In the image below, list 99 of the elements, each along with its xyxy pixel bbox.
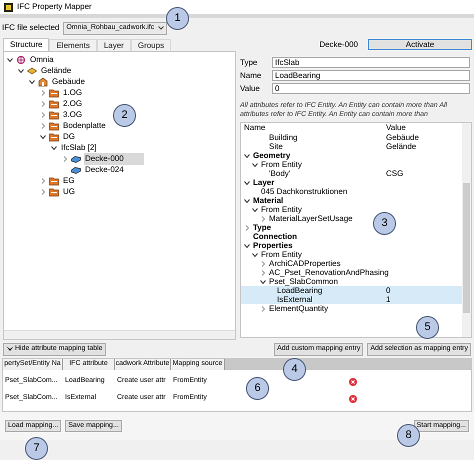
tab[interactable]: Groups bbox=[130, 39, 172, 51]
column-header[interactable]: Value bbox=[386, 122, 406, 134]
tree-item[interactable]: DG bbox=[62, 130, 75, 142]
selected-row[interactable]: IsExternal 1 bbox=[241, 295, 462, 304]
text-field[interactable]: 0 bbox=[272, 83, 470, 94]
chevron-right-icon[interactable] bbox=[260, 260, 266, 266]
chevron-down-icon[interactable] bbox=[244, 242, 250, 248]
property-name: Connection bbox=[253, 232, 297, 242]
chevron-down-icon[interactable] bbox=[18, 68, 24, 74]
tree-item[interactable]: 3.OG bbox=[62, 108, 82, 120]
chevron-right-icon[interactable] bbox=[40, 90, 46, 96]
tree-item[interactable]: Gebäude bbox=[51, 76, 85, 88]
chevron-down-icon[interactable] bbox=[7, 56, 13, 62]
delete-icon[interactable] bbox=[349, 378, 357, 386]
chevron-down-icon[interactable] bbox=[40, 134, 46, 140]
property-name: 045 Dachkonstruktionen bbox=[261, 186, 348, 197]
property-value: 1 bbox=[386, 294, 390, 306]
property-name: 'Body' bbox=[269, 168, 290, 180]
property-name: IsExternal bbox=[277, 294, 313, 305]
property-name: From Entity bbox=[261, 204, 302, 214]
field-label: Value bbox=[240, 82, 261, 94]
chevron-down-icon[interactable] bbox=[260, 278, 266, 284]
chevron-down-icon[interactable] bbox=[244, 198, 250, 204]
chevron-down-icon[interactable] bbox=[29, 78, 35, 84]
text-field[interactable]: IfcSlab bbox=[272, 57, 470, 68]
delete-icon[interactable] bbox=[349, 394, 357, 402]
tab[interactable]: Structure bbox=[3, 38, 50, 51]
property-value: Gebäude bbox=[386, 132, 419, 143]
callout-badge: 7 bbox=[25, 437, 48, 460]
property-value: CSG bbox=[386, 168, 404, 180]
tab[interactable]: Elements bbox=[49, 39, 97, 51]
property-name: Type bbox=[253, 222, 272, 232]
tree-item[interactable]: Gelände bbox=[40, 64, 72, 76]
horizontal-scrollbar[interactable] bbox=[4, 330, 235, 339]
property-name: Building bbox=[269, 132, 298, 143]
project-icon bbox=[16, 54, 26, 64]
field-label: Type bbox=[240, 56, 258, 68]
file-label: IFC file selected bbox=[2, 22, 60, 34]
chevron-down-icon bbox=[6, 346, 14, 352]
tree-item[interactable]: IfcSlab [2] bbox=[60, 142, 97, 154]
tree-item[interactable]: 1.OG bbox=[62, 86, 82, 98]
text-field[interactable]: LoadBearing bbox=[272, 70, 470, 81]
caret-icon bbox=[158, 26, 164, 30]
tree-item[interactable]: Decke-000 bbox=[84, 152, 144, 164]
chevron-down-icon[interactable] bbox=[252, 252, 258, 258]
chevron-down-icon[interactable] bbox=[51, 144, 57, 150]
chevron-right-icon[interactable] bbox=[62, 156, 68, 162]
chevron-right-icon[interactable] bbox=[40, 188, 46, 194]
folder-icon bbox=[49, 120, 59, 130]
property-name: Pset_SlabCommon bbox=[269, 276, 338, 286]
chevron-right-icon[interactable] bbox=[260, 216, 266, 222]
property-name: AC_Pset_RenovationAndPhasing bbox=[269, 268, 389, 277]
property-name: Geometry bbox=[253, 150, 290, 160]
tree-item[interactable]: Decke-024 bbox=[84, 164, 124, 176]
tree-item[interactable]: 2.OG bbox=[62, 98, 82, 110]
tree-item[interactable]: UG bbox=[62, 186, 75, 198]
property-name: Layer bbox=[253, 178, 274, 187]
window-title: IFC Property Mapper bbox=[17, 1, 92, 13]
property-value: Gelände bbox=[386, 140, 416, 152]
chevron-down-icon[interactable] bbox=[252, 162, 258, 168]
chevron-down-icon[interactable] bbox=[244, 180, 250, 186]
property-value: 0 bbox=[386, 284, 390, 296]
chevron-right-icon[interactable] bbox=[40, 122, 46, 128]
vertical-scrollbar[interactable] bbox=[462, 123, 471, 337]
element-name: Decke-000 bbox=[319, 38, 358, 50]
chevron-down-icon[interactable] bbox=[244, 152, 250, 158]
column-header[interactable]: Name bbox=[244, 122, 386, 134]
folder-icon bbox=[49, 98, 59, 108]
chevron-down-icon[interactable] bbox=[252, 206, 258, 212]
folder-icon bbox=[49, 132, 59, 142]
folder-icon bbox=[49, 186, 59, 196]
activate-button[interactable]: Activate bbox=[368, 39, 472, 50]
tree-item[interactable]: Omnia bbox=[29, 54, 54, 66]
folder-icon bbox=[49, 110, 59, 120]
tab[interactable]: Layer bbox=[96, 39, 131, 51]
property-name: From Entity bbox=[261, 160, 302, 170]
chevron-right-icon[interactable] bbox=[260, 306, 266, 312]
property-name: Material bbox=[253, 194, 284, 206]
folder-icon bbox=[49, 176, 59, 186]
property-name: ElementQuantity bbox=[269, 302, 328, 314]
property-name: ArchiCADProperties bbox=[269, 258, 341, 268]
chevron-right-icon[interactable] bbox=[40, 100, 46, 106]
chevron-right-icon[interactable] bbox=[40, 178, 46, 184]
house-icon bbox=[38, 76, 48, 86]
property-name: MaterialLayerSetUsage bbox=[269, 214, 353, 224]
property-name: From Entity bbox=[261, 250, 302, 259]
tree-item[interactable]: EG bbox=[62, 174, 75, 186]
field-label: Name bbox=[240, 70, 262, 82]
chevron-right-icon[interactable] bbox=[40, 112, 46, 118]
property-name: Properties bbox=[253, 240, 293, 250]
chevron-right-icon[interactable] bbox=[244, 224, 250, 230]
selected-row[interactable]: LoadBearing 0 bbox=[241, 286, 462, 295]
folder-icon bbox=[49, 88, 59, 98]
property-name: LoadBearing bbox=[277, 286, 322, 296]
tree-item[interactable]: Bodenplatte bbox=[62, 120, 106, 132]
app-icon bbox=[4, 2, 13, 12]
chevron-right-icon[interactable] bbox=[260, 270, 266, 276]
property-name: Site bbox=[269, 142, 283, 152]
terrain-icon bbox=[27, 66, 37, 76]
